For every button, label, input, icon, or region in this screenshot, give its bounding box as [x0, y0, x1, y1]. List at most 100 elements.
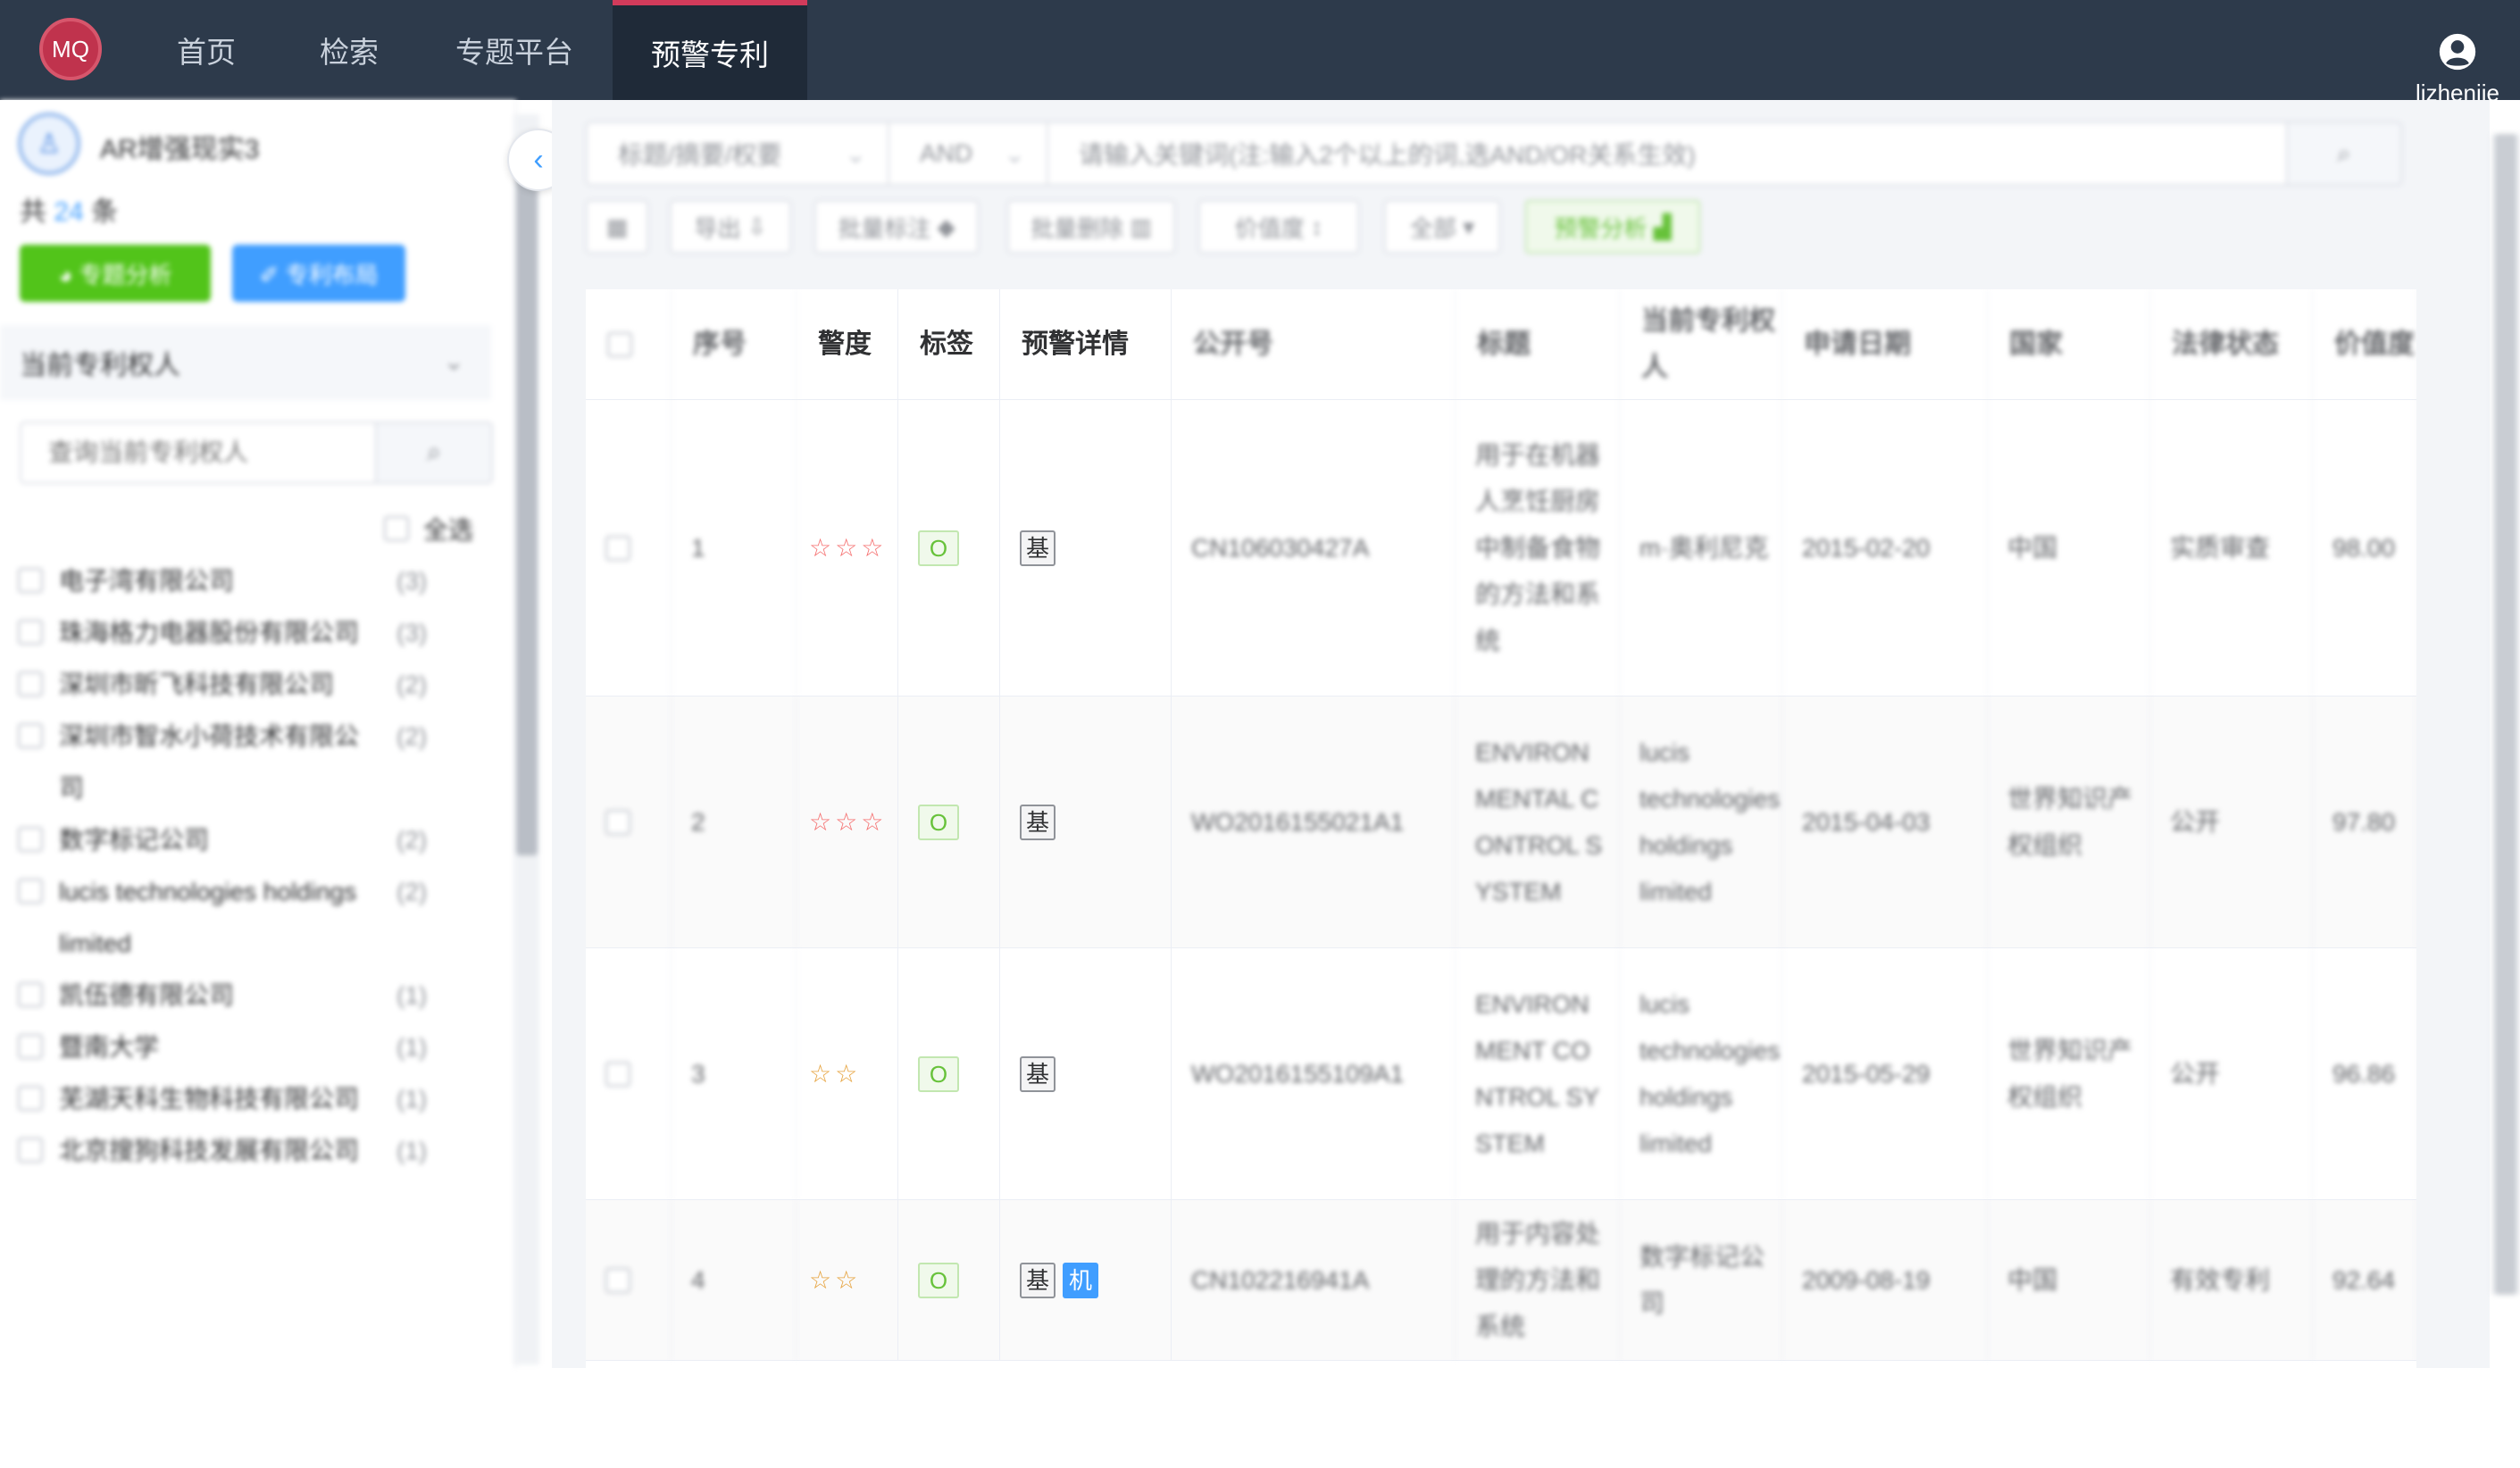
- nav-warning-patents[interactable]: 预警专利: [613, 0, 807, 100]
- value-sort-button[interactable]: 价值度 ↕: [1198, 200, 1359, 254]
- checkbox[interactable]: [18, 620, 43, 645]
- star-rating-icon: ☆☆: [809, 1265, 862, 1294]
- scrollbar-thumb[interactable]: [2495, 134, 2516, 1295]
- detail-basic-badge[interactable]: 基: [1020, 1055, 1056, 1092]
- value-cell: 97.80: [2313, 696, 2416, 947]
- row-checkbox-cell: [586, 696, 672, 947]
- checkbox[interactable]: [18, 568, 43, 593]
- list-item[interactable]: 暨南大学 (1): [18, 1022, 464, 1073]
- list-item[interactable]: 芜湖天科生物科技有限公司 (1): [18, 1073, 464, 1125]
- operator-select[interactable]: AND ⌄: [888, 121, 1048, 186]
- list-item[interactable]: 深圳市智水小荷技术有限公司 (2): [18, 711, 464, 814]
- publication-no-cell[interactable]: CN102216941A: [1172, 1200, 1456, 1360]
- checkbox[interactable]: [384, 516, 409, 541]
- checkbox[interactable]: [18, 879, 43, 904]
- detail-machine-badge[interactable]: 机: [1063, 1262, 1098, 1298]
- row-index: 2: [672, 696, 797, 947]
- sidebar-scrollbar[interactable]: [514, 114, 539, 1364]
- publication-no-cell[interactable]: WO2016155109A1: [1172, 948, 1456, 1199]
- search-bar: 标题/摘要/权要 ⌄ AND ⌄ 请输入关键词(注:输入2个以上的词,选AND/…: [586, 121, 2416, 186]
- row-checkbox[interactable]: [605, 1061, 630, 1087]
- publication-no-cell[interactable]: WO2016155021A1: [1172, 696, 1456, 947]
- title-cell[interactable]: ENVIRONMENTAL CONTROL SYSTEM: [1456, 696, 1620, 947]
- app-date-cell: 2015-02-20: [1782, 400, 1988, 696]
- checkbox[interactable]: [18, 1138, 43, 1163]
- title-cell[interactable]: 用于内容处理的方法和系统: [1456, 1200, 1620, 1360]
- checkbox[interactable]: [18, 1034, 43, 1059]
- main-scrollbar[interactable]: [2491, 134, 2520, 1295]
- search-icon[interactable]: ⌕: [377, 421, 493, 484]
- sidebar: ♙ AR增强现实3 共 24 条 ◕ 专题分析 ✐ 专利布局 当前专利权人 ⌄ …: [0, 100, 516, 1368]
- export-label: 导出: [694, 214, 741, 242]
- assignee-search-input[interactable]: [20, 421, 377, 484]
- tag-badge[interactable]: O: [918, 804, 959, 840]
- header-assignee[interactable]: 当前专利权人: [1620, 289, 1782, 400]
- search-field-select[interactable]: 标题/摘要/权要 ⌄: [586, 121, 889, 186]
- detail-basic-badge[interactable]: 基: [1020, 804, 1056, 840]
- tag-badge[interactable]: O: [918, 530, 959, 566]
- column-settings-button[interactable]: ▦: [586, 200, 648, 254]
- nav-home[interactable]: 首页: [157, 0, 255, 100]
- user-menu[interactable]: lizhenjie: [2413, 32, 2502, 107]
- chevron-down-icon: ⌄: [1004, 139, 1025, 168]
- batch-delete-button[interactable]: 批量删除 ▥: [1007, 200, 1175, 254]
- nav-topic-platform[interactable]: 专题平台: [443, 0, 586, 100]
- table-row[interactable]: 2 ☆☆☆ O 基 WO2016155021A1 ENVIRONMENTAL C…: [586, 696, 2416, 948]
- warning-analysis-button[interactable]: 预警分析 ▟: [1525, 200, 1700, 254]
- detail-basic-badge[interactable]: 基: [1020, 530, 1056, 566]
- tag-cell: O: [898, 696, 1000, 947]
- list-item[interactable]: 珠海格力电器股份有限公司 (3): [18, 607, 464, 659]
- header-legal-status[interactable]: 法律状态: [2150, 289, 2313, 400]
- table-row[interactable]: 1 ☆☆☆ O 基 CN106030427A 用于在机器人烹饪厨房中制备食物的方…: [586, 400, 2416, 696]
- checkbox[interactable]: [18, 827, 43, 852]
- select-all-checkbox[interactable]: 全选: [384, 511, 473, 546]
- detail-basic-badge[interactable]: 基: [1020, 1262, 1056, 1298]
- assignee-count: (1): [396, 1137, 428, 1164]
- assignee-count: (2): [396, 671, 428, 698]
- tag-badge[interactable]: O: [918, 1262, 959, 1298]
- title-cell[interactable]: ENVIRONMENT CONTROL SYSTEM: [1456, 948, 1620, 1199]
- keyword-search-input[interactable]: 请输入关键词(注:输入2个以上的词,选AND/OR关系生效): [1047, 121, 2288, 186]
- export-button[interactable]: 导出 ⇩: [670, 200, 791, 254]
- app-logo[interactable]: MQ: [39, 18, 102, 80]
- header-title[interactable]: 标题: [1456, 289, 1620, 400]
- header-alert-details[interactable]: 预警详情: [1000, 289, 1172, 400]
- tag-badge[interactable]: O: [918, 1055, 959, 1092]
- list-item[interactable]: 电子湾有限公司 (3): [18, 555, 464, 607]
- table-row[interactable]: 3 ☆☆ O 基 WO2016155109A1 ENVIRONMENT CONT…: [586, 948, 2416, 1200]
- title-cell[interactable]: 用于在机器人烹饪厨房中制备食物的方法和系统: [1456, 400, 1620, 696]
- scrollbar-thumb[interactable]: [516, 177, 538, 855]
- patent-layout-button[interactable]: ✐ 专利布局: [232, 245, 405, 302]
- batch-tag-button[interactable]: 批量标注 ◆: [814, 200, 979, 254]
- checkbox[interactable]: [18, 982, 43, 1007]
- header-value[interactable]: 价值度: [2313, 289, 2416, 400]
- row-checkbox[interactable]: [605, 809, 630, 835]
- topic-analysis-button[interactable]: ◕ 专题分析: [20, 245, 211, 302]
- checkbox[interactable]: [18, 723, 43, 748]
- select-all-rows-checkbox[interactable]: [607, 332, 632, 357]
- row-checkbox[interactable]: [605, 1267, 630, 1293]
- list-item[interactable]: 北京搜狗科技发展有限公司 (1): [18, 1125, 464, 1177]
- count-prefix: 共: [20, 197, 46, 227]
- app-date-cell: 2015-04-03: [1782, 696, 1988, 947]
- header-alert-level[interactable]: 警度: [797, 289, 898, 400]
- project-name: AR增强现实3: [100, 135, 260, 164]
- header-country[interactable]: 国家: [1988, 289, 2150, 400]
- list-item[interactable]: 数字标记公司 (2): [18, 814, 464, 866]
- header-app-date[interactable]: 申请日期: [1782, 289, 1988, 400]
- assignee-section-header[interactable]: 当前专利权人 ⌄: [0, 325, 491, 400]
- row-checkbox-cell: [586, 1200, 672, 1360]
- header-publication-no[interactable]: 公开号: [1172, 289, 1456, 400]
- header-tag[interactable]: 标签: [898, 289, 1000, 400]
- publication-no-cell[interactable]: CN106030427A: [1172, 400, 1456, 696]
- filter-all-dropdown[interactable]: 全部 ▾: [1384, 200, 1500, 254]
- row-checkbox[interactable]: [605, 535, 630, 561]
- search-button[interactable]: ⌕: [2286, 121, 2402, 186]
- checkbox[interactable]: [18, 671, 43, 696]
- list-item[interactable]: 深圳市昕飞科技有限公司 (2): [18, 659, 464, 711]
- nav-search[interactable]: 检索: [300, 0, 398, 100]
- table-row[interactable]: 4 ☆☆ O 基 机 CN102216941A 用于内容处理的方法和系统 数字标…: [586, 1200, 2416, 1361]
- checkbox[interactable]: [18, 1086, 43, 1111]
- list-item[interactable]: 凯伍德有限公司 (1): [18, 970, 464, 1022]
- list-item[interactable]: lucis technologies holdings limited (2): [18, 866, 464, 970]
